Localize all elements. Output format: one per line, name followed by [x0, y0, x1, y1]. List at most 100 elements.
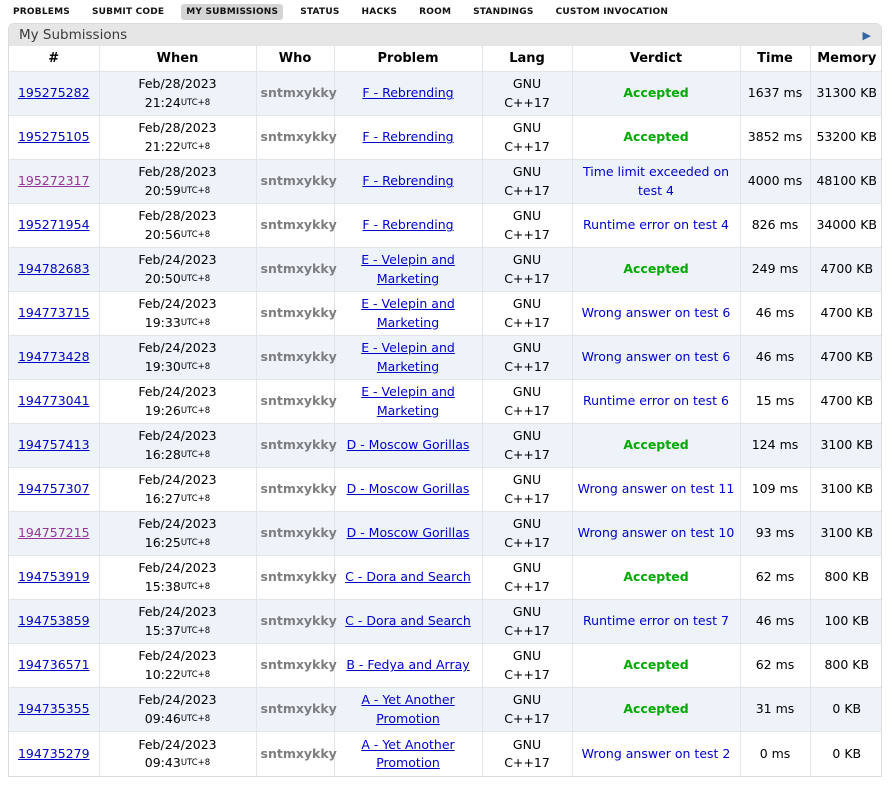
problem-link[interactable]: F - Rebrending — [362, 217, 453, 232]
nav-item-custom-invocation[interactable]: CUSTOM INVOCATION — [551, 4, 674, 20]
submission-id-link[interactable]: 194736571 — [18, 657, 90, 672]
submission-verdict-cell: Runtime error on test 4 — [572, 204, 740, 248]
submission-id-link[interactable]: 194773428 — [18, 349, 90, 364]
submission-author-link[interactable]: sntmxykky — [261, 173, 337, 188]
submission-author-link[interactable]: sntmxykky — [261, 437, 337, 452]
submission-verdict-cell: Wrong answer on test 6 — [572, 336, 740, 380]
submission-id-link[interactable]: 194773041 — [18, 393, 90, 408]
submission-id-cell: 194757413 — [9, 424, 99, 468]
submission-clock-time: 20:59 — [145, 183, 181, 198]
submission-time: 15 ms — [740, 380, 810, 424]
submission-id-link[interactable]: 195275105 — [18, 129, 90, 144]
table-body: 195275282 Feb/28/2023 21:24UTC+8 sntmxyk… — [9, 72, 882, 776]
submission-verdict-cell: Accepted — [572, 644, 740, 688]
problem-link[interactable]: E - Velepin and Marketing — [361, 296, 455, 329]
submission-row: 194736571 Feb/24/2023 10:22UTC+8 sntmxyk… — [9, 644, 882, 688]
submission-id-link[interactable]: 195272317 — [18, 173, 90, 188]
submission-id-link[interactable]: 194753919 — [18, 569, 90, 584]
nav-item-submit-code[interactable]: SUBMIT CODE — [87, 4, 169, 20]
submission-author-link[interactable]: sntmxykky — [261, 261, 337, 276]
submission-verdict-cell: Wrong answer on test 6 — [572, 292, 740, 336]
nav-item-problems[interactable]: PROBLEMS — [8, 4, 75, 20]
submission-when: Feb/28/2023 20:56UTC+8 — [99, 204, 256, 248]
nav-item-standings[interactable]: STANDINGS — [468, 4, 538, 20]
submission-verdict: Accepted — [623, 85, 688, 100]
submission-verdict: Runtime error on test 7 — [583, 613, 729, 628]
submission-id-link[interactable]: 194735279 — [18, 746, 90, 761]
submission-verdict: Runtime error on test 6 — [583, 393, 729, 408]
submission-id-link[interactable]: 194735355 — [18, 701, 90, 716]
submission-when: Feb/24/2023 16:28UTC+8 — [99, 424, 256, 468]
submission-verdict: Accepted — [623, 657, 688, 672]
submission-timezone: UTC+8 — [181, 758, 210, 768]
submission-lang: GNU C++17 — [482, 644, 572, 688]
submission-id-link[interactable]: 195275282 — [18, 85, 90, 100]
problem-link[interactable]: D - Moscow Gorillas — [347, 525, 470, 540]
submission-clock-time: 20:56 — [145, 227, 181, 242]
submission-author-link[interactable]: sntmxykky — [261, 349, 337, 364]
submission-id-link[interactable]: 195271954 — [18, 217, 90, 232]
submission-lang-text: GNU C++17 — [503, 471, 551, 507]
submission-who-cell: sntmxykky — [256, 292, 334, 336]
submission-id-link[interactable]: 194757307 — [18, 481, 90, 496]
submission-author-link[interactable]: sntmxykky — [261, 569, 337, 584]
submission-problem-cell: D - Moscow Gorillas — [334, 468, 482, 512]
submission-author-link[interactable]: sntmxykky — [261, 746, 337, 761]
submission-verdict: Time limit exceeded on test 4 — [583, 164, 729, 197]
submission-who-cell: sntmxykky — [256, 336, 334, 380]
submission-author-link[interactable]: sntmxykky — [261, 701, 337, 716]
submission-memory: 0 KB — [810, 732, 882, 776]
nav-item-my-submissions[interactable]: MY SUBMISSIONS — [181, 4, 283, 20]
submission-id-link[interactable]: 194773715 — [18, 305, 90, 320]
problem-link[interactable]: B - Fedya and Array — [346, 657, 469, 672]
nav-item-status[interactable]: STATUS — [295, 4, 344, 20]
problem-link[interactable]: E - Velepin and Marketing — [361, 384, 455, 417]
submission-memory: 4700 KB — [810, 336, 882, 380]
submission-id-link[interactable]: 194782683 — [18, 261, 90, 276]
problem-link[interactable]: E - Velepin and Marketing — [361, 340, 455, 373]
problem-link[interactable]: D - Moscow Gorillas — [347, 437, 470, 452]
nav-item-hacks[interactable]: HACKS — [357, 4, 403, 20]
problem-link[interactable]: C - Dora and Search — [345, 569, 471, 584]
problem-link[interactable]: F - Rebrending — [362, 129, 453, 144]
submission-author-link[interactable]: sntmxykky — [261, 525, 337, 540]
submission-date: Feb/24/2023 — [104, 736, 252, 754]
submission-verdict-cell: Wrong answer on test 10 — [572, 512, 740, 556]
submission-lang: GNU C++17 — [482, 292, 572, 336]
expand-arrow-icon[interactable]: ▶ — [863, 30, 871, 41]
problem-link[interactable]: D - Moscow Gorillas — [347, 481, 470, 496]
submission-timezone: UTC+8 — [181, 714, 210, 724]
submission-author-link[interactable]: sntmxykky — [261, 393, 337, 408]
problem-link[interactable]: F - Rebrending — [362, 173, 453, 188]
submission-id-link[interactable]: 194753859 — [18, 613, 90, 628]
submission-author-link[interactable]: sntmxykky — [261, 657, 337, 672]
submission-author-link[interactable]: sntmxykky — [261, 85, 337, 100]
submission-author-link[interactable]: sntmxykky — [261, 305, 337, 320]
submission-author-link[interactable]: sntmxykky — [261, 129, 337, 144]
column-header: Problem — [334, 46, 482, 72]
submission-memory: 800 KB — [810, 556, 882, 600]
submission-id-link[interactable]: 194757215 — [18, 525, 90, 540]
submission-time: 124 ms — [740, 424, 810, 468]
submission-clock-time: 20:50 — [145, 271, 181, 286]
submission-date: Feb/28/2023 — [104, 75, 252, 93]
submission-author-link[interactable]: sntmxykky — [261, 481, 337, 496]
submission-author-link[interactable]: sntmxykky — [261, 217, 337, 232]
submission-author-link[interactable]: sntmxykky — [261, 613, 337, 628]
submission-time: 249 ms — [740, 248, 810, 292]
submission-timezone: UTC+8 — [181, 230, 210, 240]
column-header: Memory — [810, 46, 882, 72]
problem-link[interactable]: F - Rebrending — [362, 85, 453, 100]
contest-nav: PROBLEMS SUBMIT CODE MY SUBMISSIONS STATUS H… — [0, 0, 890, 23]
submission-row: 194782683 Feb/24/2023 20:50UTC+8 sntmxyk… — [9, 248, 882, 292]
submission-timezone: UTC+8 — [181, 274, 210, 284]
problem-link[interactable]: E - Velepin and Marketing — [361, 252, 455, 285]
nav-item-room[interactable]: ROOM — [414, 4, 456, 20]
problem-link[interactable]: C - Dora and Search — [345, 613, 471, 628]
problem-link[interactable]: A - Yet Another Promotion — [361, 737, 454, 770]
submission-lang: GNU C++17 — [482, 160, 572, 204]
problem-link[interactable]: A - Yet Another Promotion — [361, 692, 454, 725]
submission-verdict: Accepted — [623, 261, 688, 276]
submission-id-link[interactable]: 194757413 — [18, 437, 90, 452]
submission-problem-cell: F - Rebrending — [334, 160, 482, 204]
